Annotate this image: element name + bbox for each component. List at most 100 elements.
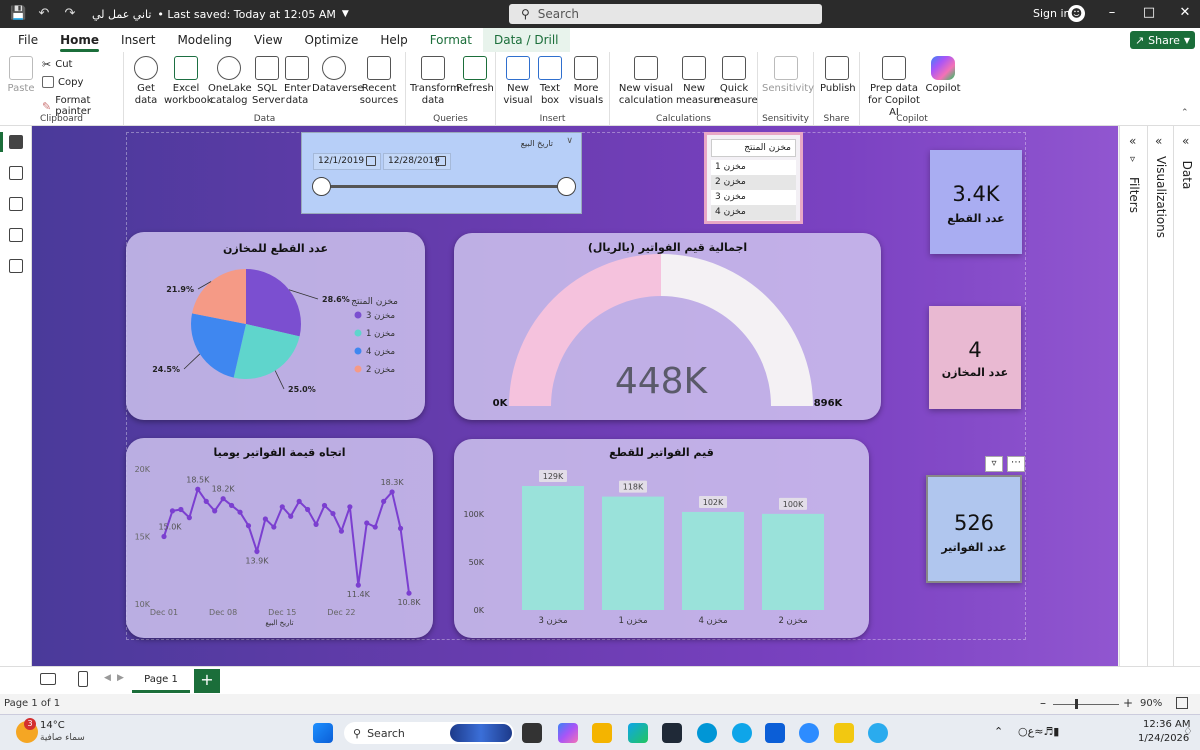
sensitivity-button[interactable]: Sensitivity — [762, 56, 814, 95]
share-button[interactable]: ↗ Share ▼ — [1130, 31, 1195, 49]
list-item[interactable]: مخزن 3 — [711, 190, 796, 205]
more-options-icon[interactable]: ⋯ — [1007, 456, 1025, 472]
filter-icon[interactable]: ▿ — [985, 456, 1003, 472]
model-view-icon[interactable] — [9, 197, 23, 211]
page-tab-1[interactable]: Page 1 — [132, 669, 190, 693]
close-icon[interactable]: ✕ — [1175, 5, 1195, 20]
file-explorer-icon[interactable] — [592, 723, 612, 743]
mobile-layout-icon[interactable] — [78, 671, 88, 687]
sign-in-link[interactable]: Sign in — [1033, 7, 1071, 20]
zoom-app-icon[interactable] — [799, 723, 819, 743]
warehouse-slicer[interactable]: مخزن المنتج مخزن 1 مخزن 2 مخزن 3 مخزن 4 — [704, 132, 803, 224]
visualizations-pane[interactable]: « Visualizations — [1147, 126, 1173, 666]
tmdl-view-icon[interactable] — [9, 259, 23, 273]
publish-button[interactable]: Publish — [820, 56, 856, 95]
hp-icon[interactable] — [697, 723, 717, 743]
enter-data-button[interactable]: Enter data — [284, 56, 311, 107]
tab-home[interactable]: Home — [49, 28, 110, 52]
filters-pane[interactable]: « ▿ Filters — [1119, 126, 1147, 666]
list-item[interactable]: مخزن 1 — [711, 160, 796, 175]
quick-measure-button[interactable]: Quick measure — [714, 56, 758, 107]
slider-start-handle[interactable] — [312, 177, 331, 196]
kpi-card-warehouses[interactable]: 4 عدد المخازن — [929, 306, 1021, 409]
line-chart-card[interactable]: اتجاه قيمة الفواتير يوميا 10K 15K 20K Dec 0… — [126, 438, 433, 638]
chevron-up-icon[interactable]: ⌃ — [994, 725, 1003, 738]
tab-insert[interactable]: Insert — [110, 28, 166, 52]
zoom-out-icon[interactable]: – — [1040, 696, 1046, 710]
outlook-icon[interactable] — [765, 723, 785, 743]
new-visual-button[interactable]: New visual — [502, 56, 534, 107]
gauge-card[interactable]: اجمالية قيم الفواتير (بالريال) 448K 0K 896… — [454, 233, 881, 420]
text-box-button[interactable]: Text box — [536, 56, 564, 107]
dax-query-icon[interactable] — [9, 228, 23, 242]
collapse-icon[interactable]: « — [1129, 134, 1136, 148]
maximize-icon[interactable]: □ — [1139, 5, 1159, 20]
store-icon[interactable] — [662, 723, 682, 743]
excel-workbook-button[interactable]: Excel workbook — [164, 56, 213, 107]
kpi-card-parts[interactable]: 3.4K عدد القطع — [930, 150, 1022, 254]
zoom-slider-thumb[interactable] — [1075, 699, 1078, 709]
transform-data-button[interactable]: Transform data — [410, 56, 460, 107]
tab-format[interactable]: Format — [419, 28, 483, 52]
date-slicer[interactable]: تاريخ البيع ∨ 12/1/2019 12/28/2019 — [301, 132, 582, 214]
prep-data-copilot-button[interactable]: Prep data for Copilot AI — [864, 56, 924, 119]
copilot-button[interactable]: Copilot — [924, 56, 962, 95]
paste-button[interactable]: Paste — [6, 56, 36, 95]
taskbar-search[interactable]: ⚲ Search — [344, 722, 514, 744]
system-tray-icons[interactable]: ○ع≈♬▮ — [1018, 725, 1059, 738]
tab-data-drill[interactable]: Data / Drill — [483, 28, 570, 52]
pie-chart-card[interactable]: عدد القطع للمخازن 28.6% 25.0% 24.5% 21.9% مخ… — [126, 232, 425, 420]
telegram-icon[interactable] — [868, 723, 888, 743]
tab-file[interactable]: File — [7, 28, 49, 52]
table-view-icon[interactable] — [9, 166, 23, 180]
get-data-button[interactable]: Get data — [130, 56, 162, 107]
chevron-down-icon[interactable]: ∨ — [566, 136, 573, 146]
app-icon[interactable] — [732, 723, 752, 743]
copilot-app-icon[interactable] — [558, 723, 578, 743]
slider-end-handle[interactable] — [557, 177, 576, 196]
zoom-in-icon[interactable]: + — [1123, 696, 1133, 710]
minimize-icon[interactable]: – — [1102, 5, 1122, 20]
redo-icon[interactable]: ↷ — [62, 6, 78, 22]
collapse-icon[interactable]: « — [1155, 134, 1162, 148]
zoom-slider[interactable] — [1053, 704, 1119, 705]
new-measure-button[interactable]: New measure — [676, 56, 720, 107]
onelake-catalog-button[interactable]: OneLake catalog — [208, 56, 252, 107]
search-box[interactable]: ⚲ Search — [509, 4, 822, 24]
task-view-icon[interactable] — [522, 723, 542, 743]
collapse-ribbon-icon[interactable]: ⌃ — [1181, 108, 1189, 118]
calendar-icon[interactable] — [366, 156, 376, 166]
sql-server-button[interactable]: SQL Server — [252, 56, 285, 107]
warehouse-slicer-header[interactable]: مخزن المنتج — [711, 139, 796, 157]
dataverse-button[interactable]: Dataverse — [312, 56, 363, 95]
fit-page-icon[interactable] — [1176, 697, 1188, 709]
tab-modeling[interactable]: Modeling — [166, 28, 243, 52]
more-visuals-button[interactable]: More visuals — [566, 56, 606, 107]
cut-button[interactable]: ✂ Cut — [42, 58, 72, 71]
notification-bell-icon[interactable]: ♢ — [1183, 725, 1193, 738]
edge-icon[interactable] — [628, 723, 648, 743]
copy-button[interactable]: Copy — [42, 76, 83, 88]
calendar-icon[interactable] — [436, 156, 446, 166]
kpi-card-invoices[interactable]: 526 عدد الفواتير — [926, 475, 1022, 583]
bar-chart-card[interactable]: قيم الفواتير للقطع 0K 50K 100K 129K مخزن 3 11… — [454, 439, 869, 638]
tab-help[interactable]: Help — [369, 28, 418, 52]
list-item[interactable]: مخزن 2 — [711, 175, 796, 190]
recent-sources-button[interactable]: Recent sources — [356, 56, 402, 107]
list-item[interactable]: مخزن 4 — [711, 205, 796, 220]
prev-page-icon[interactable]: ◀ — [104, 673, 111, 683]
new-visual-calculation-button[interactable]: New visual calculation — [618, 56, 674, 107]
collapse-icon[interactable]: « — [1182, 134, 1189, 148]
refresh-button[interactable]: Refresh — [456, 56, 494, 95]
report-view-icon[interactable] — [9, 135, 23, 149]
save-icon[interactable]: 💾 — [10, 6, 26, 22]
chevron-down-icon[interactable]: ▼ — [342, 9, 349, 19]
next-page-icon[interactable]: ▶ — [117, 673, 124, 683]
avatar-icon[interactable]: ☻ — [1068, 5, 1085, 22]
tab-optimize[interactable]: Optimize — [294, 28, 370, 52]
tab-view[interactable]: View — [243, 28, 293, 52]
undo-icon[interactable]: ↶ — [36, 6, 52, 22]
data-pane[interactable]: « Data — [1173, 126, 1200, 666]
power-bi-icon[interactable] — [834, 723, 854, 743]
desktop-layout-icon[interactable] — [40, 673, 56, 685]
